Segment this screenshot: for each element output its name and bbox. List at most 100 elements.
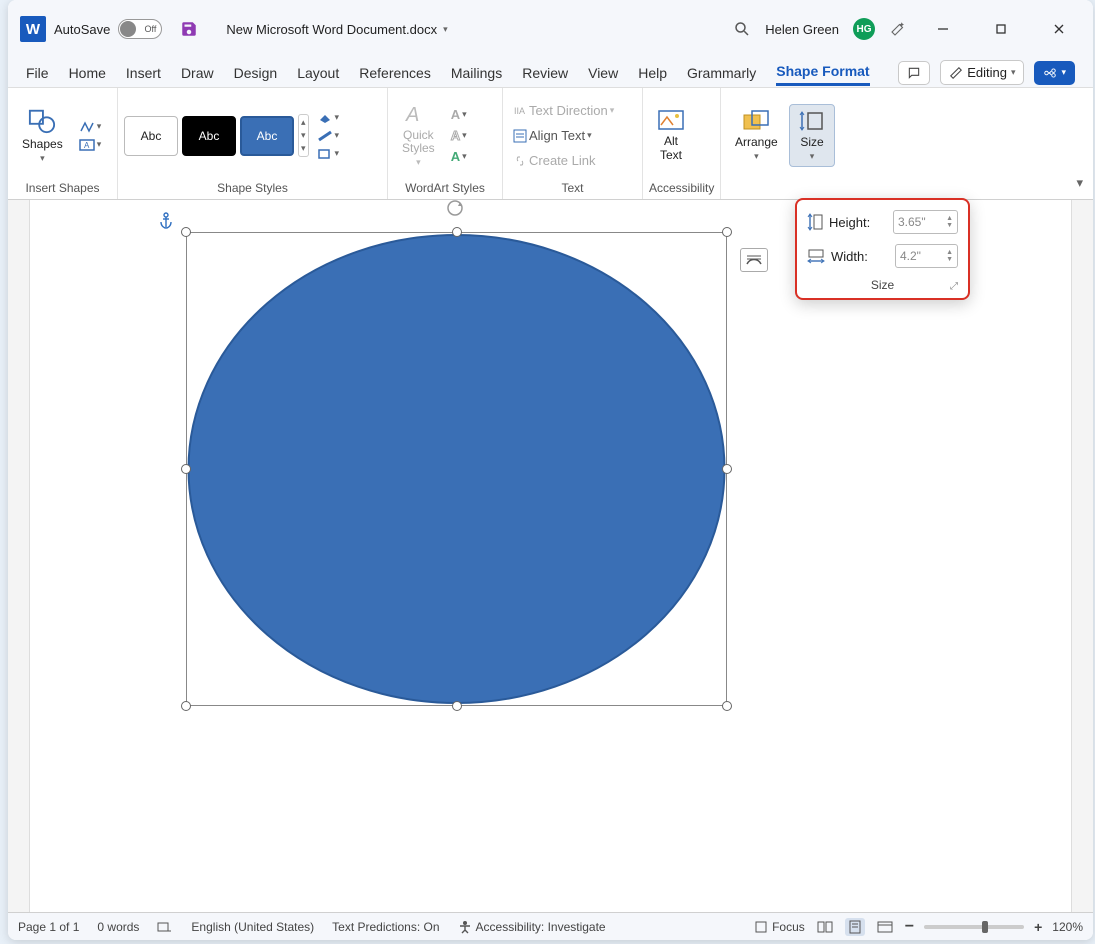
- group-label: Accessibility: [649, 179, 714, 197]
- toggle-knob: [120, 21, 136, 37]
- spellcheck-icon[interactable]: [157, 920, 173, 934]
- resize-handle-sw[interactable]: [181, 701, 191, 711]
- chevron-down-icon: ▾: [443, 24, 448, 35]
- zoom-thumb[interactable]: [982, 921, 988, 933]
- shape-outline-button[interactable]: ▾: [313, 128, 344, 144]
- selected-shape[interactable]: [186, 232, 727, 706]
- text-predictions[interactable]: Text Predictions: On: [332, 920, 439, 934]
- alt-text-button[interactable]: Alt Text: [649, 105, 693, 165]
- tab-mailings[interactable]: Mailings: [451, 61, 502, 85]
- print-layout-button[interactable]: [845, 918, 865, 936]
- user-avatar[interactable]: HG: [853, 18, 875, 40]
- size-button[interactable]: Size ▾: [789, 104, 835, 167]
- tab-shape-format[interactable]: Shape Format: [776, 59, 869, 86]
- tab-draw[interactable]: Draw: [181, 61, 214, 85]
- shape-style-3[interactable]: Abc: [240, 116, 294, 156]
- maximize-button[interactable]: [979, 9, 1023, 49]
- width-field[interactable]: [900, 249, 946, 263]
- tab-file[interactable]: File: [26, 61, 49, 85]
- minimize-button[interactable]: [921, 9, 965, 49]
- close-button[interactable]: [1037, 9, 1081, 49]
- height-field[interactable]: [898, 215, 946, 229]
- autosave-toggle[interactable]: AutoSave Off: [54, 19, 162, 39]
- tab-references[interactable]: References: [359, 61, 431, 85]
- editing-mode-button[interactable]: Editing ▾: [940, 60, 1024, 85]
- svg-text:IIA: IIA: [514, 106, 525, 116]
- style-gallery-more[interactable]: ▴▾▾: [298, 114, 309, 157]
- document-title[interactable]: New Microsoft Word Document.docx ▾: [226, 22, 447, 37]
- zoom-level[interactable]: 120%: [1052, 920, 1083, 934]
- tab-design[interactable]: Design: [234, 61, 278, 85]
- language-indicator[interactable]: English (United States): [191, 920, 314, 934]
- shapes-icon: [27, 107, 57, 135]
- page-indicator[interactable]: Page 1 of 1: [18, 920, 79, 934]
- word-window: W AutoSave Off New Microsoft Word Docume…: [8, 0, 1093, 940]
- group-accessibility: Alt Text Accessibility: [643, 88, 721, 199]
- tab-insert[interactable]: Insert: [126, 61, 161, 85]
- width-input[interactable]: ▲▼: [895, 244, 958, 268]
- group-wordart-styles: A Quick Styles▾ A▾ A▾ A▾ WordArt Styles: [388, 88, 503, 199]
- anchor-icon: [158, 212, 174, 230]
- resize-handle-ne[interactable]: [722, 227, 732, 237]
- group-text: IIA Text Direction▾ Align Text▾ Create L…: [503, 88, 643, 199]
- tab-layout[interactable]: Layout: [297, 61, 339, 85]
- height-spinner[interactable]: ▲▼: [946, 215, 953, 229]
- search-button[interactable]: [733, 20, 751, 38]
- group-label: Shape Styles: [124, 179, 381, 197]
- comment-icon: [907, 66, 921, 80]
- resize-handle-n[interactable]: [452, 227, 462, 237]
- word-app-icon: W: [20, 16, 46, 42]
- group-label: [789, 179, 835, 197]
- comments-button[interactable]: [898, 61, 930, 85]
- save-icon: [180, 20, 198, 38]
- document-canvas[interactable]: [8, 200, 1093, 912]
- alt-text-icon: [657, 109, 685, 133]
- collapse-ribbon-button[interactable]: ▾: [1076, 175, 1083, 191]
- save-button[interactable]: [180, 20, 198, 38]
- resize-handle-s[interactable]: [452, 701, 462, 711]
- tab-view[interactable]: View: [588, 61, 618, 85]
- pencil-icon: [949, 66, 963, 80]
- shape-style-1[interactable]: Abc: [124, 116, 178, 156]
- tab-review[interactable]: Review: [522, 61, 568, 85]
- tab-grammarly[interactable]: Grammarly: [687, 61, 756, 85]
- share-button[interactable]: ▾: [1034, 61, 1075, 85]
- sparkle-button[interactable]: [889, 20, 907, 38]
- zoom-out-button[interactable]: −: [905, 918, 914, 936]
- edit-shape-button[interactable]: ▾: [75, 119, 106, 135]
- quick-styles-button[interactable]: A Quick Styles▾: [394, 99, 443, 172]
- resize-handle-se[interactable]: [722, 701, 732, 711]
- page: [30, 200, 1071, 912]
- outline-icon: [317, 130, 333, 142]
- resize-handle-w[interactable]: [181, 464, 191, 474]
- accessibility-status[interactable]: Accessibility: Investigate: [458, 920, 606, 934]
- resize-handle-nw[interactable]: [181, 227, 191, 237]
- search-icon: [733, 20, 751, 38]
- word-count[interactable]: 0 words: [97, 920, 139, 934]
- arrange-button[interactable]: Arrange ▾: [727, 105, 786, 166]
- web-layout-button[interactable]: [875, 918, 895, 936]
- shapes-gallery-button[interactable]: Shapes ▾: [14, 103, 71, 168]
- align-text-button[interactable]: Align Text▾: [509, 126, 618, 145]
- arrange-label: Arrange: [735, 135, 778, 149]
- layout-options-button[interactable]: [740, 248, 768, 272]
- read-mode-button[interactable]: [815, 918, 835, 936]
- zoom-slider[interactable]: [924, 925, 1024, 929]
- size-dialog-launcher[interactable]: ⤢: [950, 281, 958, 292]
- shape-effects-button[interactable]: ▾: [313, 146, 344, 162]
- text-box-button[interactable]: A▾: [75, 137, 106, 153]
- width-spinner[interactable]: ▲▼: [946, 249, 953, 263]
- rotate-handle[interactable]: [440, 200, 470, 218]
- tab-home[interactable]: Home: [69, 61, 106, 85]
- toggle-state: Off: [145, 24, 157, 34]
- shape-style-2[interactable]: Abc: [182, 116, 236, 156]
- shape-fill-button[interactable]: ▾: [313, 110, 344, 126]
- toggle-track[interactable]: Off: [118, 19, 162, 39]
- zoom-in-button[interactable]: +: [1034, 919, 1042, 935]
- focus-button[interactable]: Focus: [754, 920, 805, 934]
- group-insert-shapes: Shapes ▾ ▾ A▾ Insert Shapes: [8, 88, 118, 199]
- editing-label: Editing: [967, 65, 1007, 80]
- resize-handle-e[interactable]: [722, 464, 732, 474]
- tab-help[interactable]: Help: [638, 61, 667, 85]
- height-input[interactable]: ▲▼: [893, 210, 958, 234]
